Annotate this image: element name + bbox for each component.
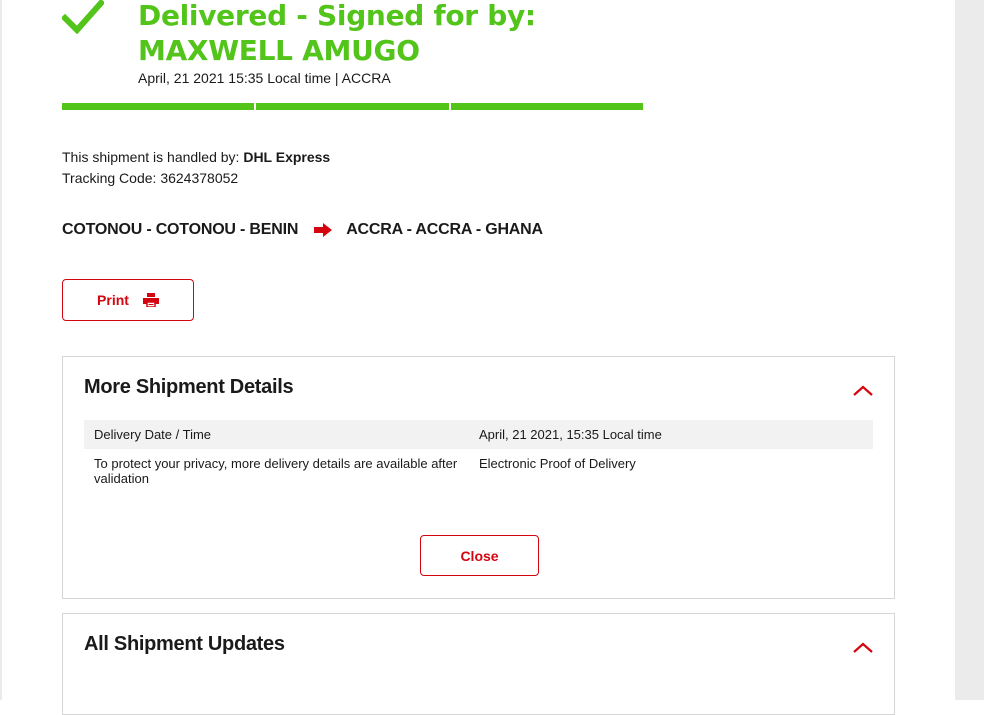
progress-segment	[62, 103, 254, 110]
panel-title[interactable]: All Shipment Updates	[84, 633, 285, 656]
chevron-up-icon[interactable]	[852, 642, 874, 654]
tracking-code-value: 3624378052	[160, 170, 239, 186]
arrow-right-icon	[314, 223, 333, 237]
table-row: Delivery Date / Time April, 21 2021, 15:…	[84, 420, 873, 449]
handled-by-label: This shipment is handled by:	[62, 149, 240, 165]
detail-value: Electronic Proof of Delivery	[479, 456, 636, 471]
shipment-info: This shipment is handled by: DHL Express…	[62, 147, 330, 189]
carrier-name: DHL Express	[243, 149, 331, 165]
progress-segment	[451, 103, 643, 110]
checkmark-icon	[62, 0, 104, 34]
detail-label: To protect your privacy, more delivery d…	[94, 456, 458, 486]
scrollbar-track[interactable]	[955, 0, 984, 700]
progress-segment	[256, 103, 449, 110]
delivery-progress-bar	[62, 103, 643, 110]
print-button-label: Print	[97, 292, 129, 308]
shipment-route: COTONOU - COTONOU - BENIN ACCRA - ACCRA …	[62, 221, 543, 239]
handled-by-line: This shipment is handled by: DHL Express	[62, 147, 330, 168]
detail-label: Delivery Date / Time	[94, 427, 212, 442]
panel-title[interactable]: More Shipment Details	[84, 376, 294, 399]
tracking-code-label: Tracking Code:	[62, 170, 157, 186]
tracking-code-line: Tracking Code: 3624378052	[62, 168, 330, 189]
chevron-up-icon[interactable]	[852, 385, 874, 397]
detail-value: April, 21 2021, 15:35 Local time	[479, 427, 662, 442]
table-row: To protect your privacy, more delivery d…	[84, 449, 873, 486]
page-left-edge	[0, 0, 2, 700]
more-shipment-details-panel: More Shipment Details Delivery Date / Ti…	[62, 356, 895, 599]
details-table: Delivery Date / Time April, 21 2021, 15:…	[84, 420, 873, 486]
route-destination: ACCRA - ACCRA - GHANA	[346, 221, 543, 238]
print-button[interactable]: Print	[62, 279, 194, 321]
close-button[interactable]: Close	[420, 535, 539, 576]
printer-icon	[142, 293, 159, 307]
route-origin: COTONOU - COTONOU - BENIN	[62, 221, 299, 238]
delivery-status-title: Delivered - Signed for by: MAXWELL AMUGO	[138, 0, 536, 67]
delivery-timestamp: April, 21 2021 15:35 Local time | ACCRA	[138, 70, 391, 86]
